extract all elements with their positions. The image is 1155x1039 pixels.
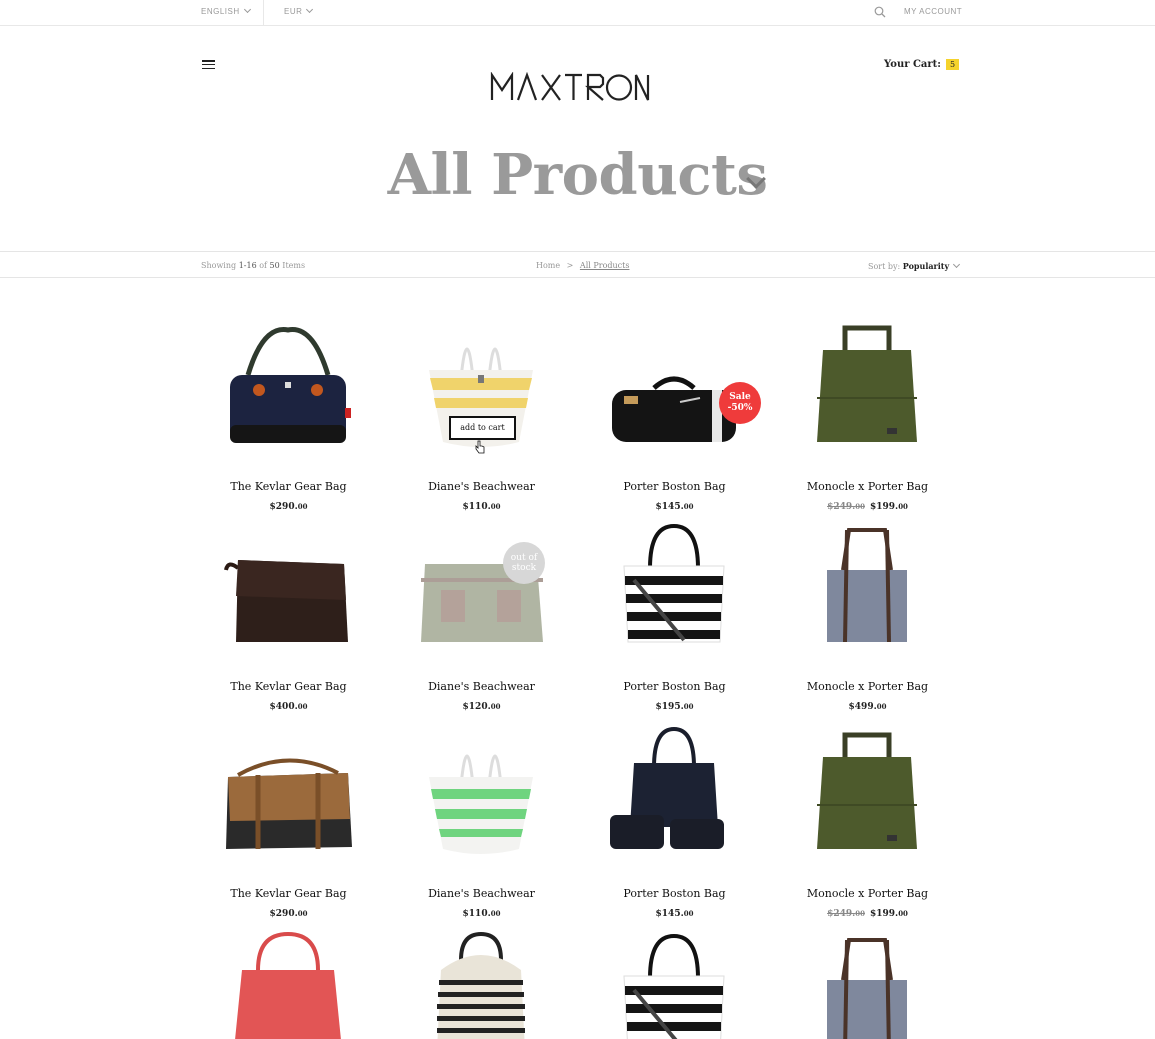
breadcrumb-separator: > bbox=[566, 261, 574, 270]
cart-label: Your Cart: bbox=[884, 59, 941, 70]
page-title: All Products bbox=[387, 142, 768, 208]
product-name[interactable]: The Kevlar Gear Bag bbox=[192, 480, 385, 493]
product-name[interactable]: Monocle x Porter Bag bbox=[771, 887, 964, 900]
filter-bar: Showing 1-16 of 50 Items Home > All Prod… bbox=[0, 251, 1155, 278]
product-name[interactable]: Diane's Beachwear bbox=[385, 480, 578, 493]
product-price: $249.00 $199.00 bbox=[827, 909, 908, 919]
hamburger-menu-icon[interactable] bbox=[202, 60, 215, 70]
product-image[interactable] bbox=[208, 727, 368, 877]
product-image[interactable] bbox=[594, 930, 754, 1039]
product-name[interactable]: Porter Boston Bag bbox=[578, 887, 771, 900]
chevron-down-icon bbox=[243, 5, 251, 14]
cart-count-badge: 5 bbox=[945, 59, 960, 70]
breadcrumb: Home > All Products bbox=[536, 261, 629, 270]
product-name[interactable]: The Kevlar Gear Bag bbox=[192, 887, 385, 900]
pointer-cursor-icon bbox=[475, 440, 485, 454]
breadcrumb-current[interactable]: All Products bbox=[580, 261, 630, 270]
product-name[interactable]: Monocle x Porter Bag bbox=[771, 480, 964, 493]
product-image[interactable] bbox=[787, 520, 947, 670]
add-to-cart-button[interactable]: add to cart bbox=[449, 416, 516, 440]
divider bbox=[263, 0, 264, 25]
product-name[interactable]: Porter Boston Bag bbox=[578, 480, 771, 493]
product-price: $195.00 bbox=[655, 702, 694, 712]
product-price: $290.00 bbox=[269, 909, 308, 919]
product-image[interactable] bbox=[208, 930, 368, 1039]
product-price: $110.00 bbox=[462, 909, 501, 919]
items-count: Showing 1-16 of 50 Items bbox=[201, 261, 306, 270]
product-image[interactable] bbox=[787, 930, 947, 1039]
product-price: $145.00 bbox=[655, 502, 694, 512]
product-image[interactable] bbox=[401, 930, 561, 1039]
product-name[interactable]: Diane's Beachwear bbox=[385, 887, 578, 900]
product-name[interactable]: Monocle x Porter Bag bbox=[771, 680, 964, 693]
chevron-down-icon bbox=[306, 5, 314, 14]
language-selector[interactable]: ENGLISH bbox=[201, 5, 251, 16]
currency-selector[interactable]: EUR bbox=[284, 5, 314, 16]
chevron-down-icon bbox=[953, 260, 961, 269]
product-image[interactable] bbox=[594, 727, 754, 877]
product-image[interactable] bbox=[787, 320, 947, 470]
product-price: $499.00 bbox=[848, 702, 887, 712]
product-price: $120.00 bbox=[462, 702, 501, 712]
product-name[interactable]: Porter Boston Bag bbox=[578, 680, 771, 693]
currency-label: EUR bbox=[284, 7, 303, 16]
product-image[interactable] bbox=[208, 320, 368, 470]
logo[interactable] bbox=[490, 72, 650, 102]
product-price: $400.00 bbox=[269, 702, 308, 712]
product-image[interactable] bbox=[401, 520, 561, 670]
sale-badge: Sale -50% bbox=[719, 382, 761, 424]
product-image[interactable] bbox=[787, 727, 947, 877]
product-price: $290.00 bbox=[269, 502, 308, 512]
product-price: $110.00 bbox=[462, 502, 501, 512]
top-utility-bar: ENGLISH EUR MY ACCOUNT bbox=[0, 0, 1155, 26]
product-price: $249.00 $199.00 bbox=[827, 502, 908, 512]
out-of-stock-badge: out of stock bbox=[503, 542, 545, 584]
sort-value: Popularity bbox=[902, 261, 950, 271]
product-name[interactable]: Diane's Beachwear bbox=[385, 680, 578, 693]
cart-link[interactable]: Your Cart: 5 bbox=[884, 59, 960, 70]
sort-label: Sort by: bbox=[868, 262, 901, 271]
search-icon[interactable] bbox=[874, 6, 886, 18]
product-image[interactable] bbox=[401, 727, 561, 877]
product-image[interactable] bbox=[208, 520, 368, 670]
sort-dropdown[interactable]: Sort by: Popularity bbox=[868, 260, 961, 271]
product-name[interactable]: The Kevlar Gear Bag bbox=[192, 680, 385, 693]
breadcrumb-home[interactable]: Home bbox=[536, 261, 560, 270]
product-price: $145.00 bbox=[655, 909, 694, 919]
page-title-section: All Products bbox=[0, 142, 1155, 208]
language-label: ENGLISH bbox=[201, 7, 240, 16]
product-image[interactable] bbox=[594, 520, 754, 670]
my-account-link[interactable]: MY ACCOUNT bbox=[904, 7, 962, 16]
